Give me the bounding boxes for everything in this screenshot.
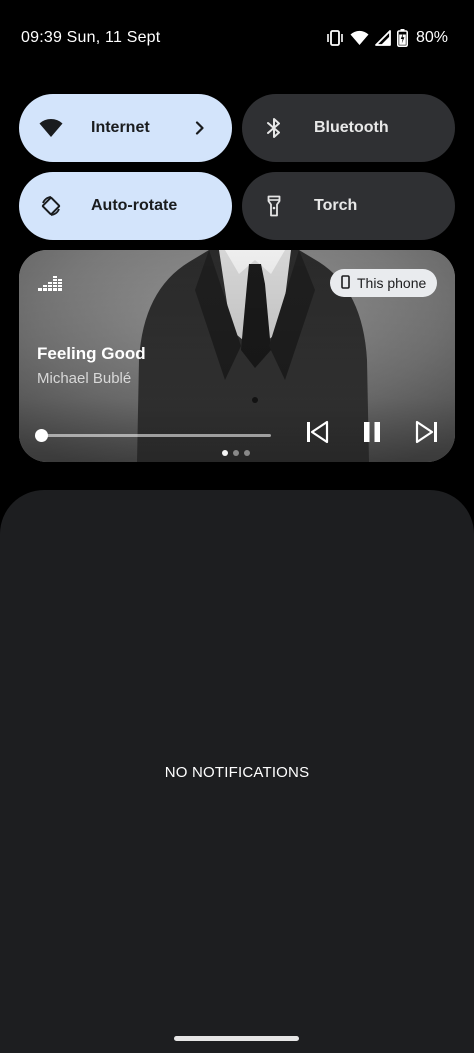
output-device-label: This phone <box>357 275 427 291</box>
seek-thumb[interactable] <box>35 429 48 442</box>
seek-bar[interactable] <box>42 434 271 437</box>
signal-icon <box>375 30 391 46</box>
wifi-icon <box>350 30 369 46</box>
tile-internet-label: Internet <box>91 119 150 136</box>
tile-bluetooth[interactable]: Bluetooth <box>242 94 455 162</box>
tile-torch[interactable]: Torch <box>242 172 455 240</box>
equalizer-icon <box>38 276 62 291</box>
page-dot <box>233 450 239 456</box>
bluetooth-icon <box>261 115 287 141</box>
pause-icon <box>361 420 383 449</box>
status-icons: 80% <box>326 28 448 48</box>
rotate-icon <box>38 193 64 219</box>
song-title: Feeling Good <box>37 344 146 363</box>
song-artist: Michael Bublé <box>37 370 132 387</box>
tile-bluetooth-label: Bluetooth <box>314 119 389 136</box>
status-bar: 09:39 Sun, 11 Sept 80% <box>0 0 474 76</box>
tile-torch-label: Torch <box>314 197 358 214</box>
previous-icon <box>305 420 329 449</box>
phone-icon <box>341 274 350 292</box>
flashlight-icon <box>261 193 287 219</box>
vibrate-icon <box>326 30 344 46</box>
chevron-right-icon[interactable] <box>188 116 212 140</box>
status-time-date: 09:39 Sun, 11 Sept <box>21 29 161 46</box>
media-page-indicator <box>222 450 250 456</box>
tile-internet[interactable]: Internet <box>19 94 232 162</box>
tile-auto-rotate[interactable]: Auto-rotate <box>19 172 232 240</box>
output-device-chip[interactable]: This phone <box>330 269 437 297</box>
page-dot <box>222 450 228 456</box>
wifi-icon <box>38 115 64 141</box>
battery-percentage: 80% <box>415 29 448 46</box>
home-gesture-handle[interactable] <box>174 1036 299 1041</box>
pause-button[interactable] <box>357 419 387 449</box>
next-button[interactable] <box>412 419 442 449</box>
page-dot <box>244 450 250 456</box>
previous-button[interactable] <box>302 419 332 449</box>
battery-icon <box>396 29 408 47</box>
tile-auto-rotate-label: Auto-rotate <box>91 197 178 214</box>
no-notifications-label: NO NOTIFICATIONS <box>164 764 310 781</box>
next-icon <box>415 420 439 449</box>
